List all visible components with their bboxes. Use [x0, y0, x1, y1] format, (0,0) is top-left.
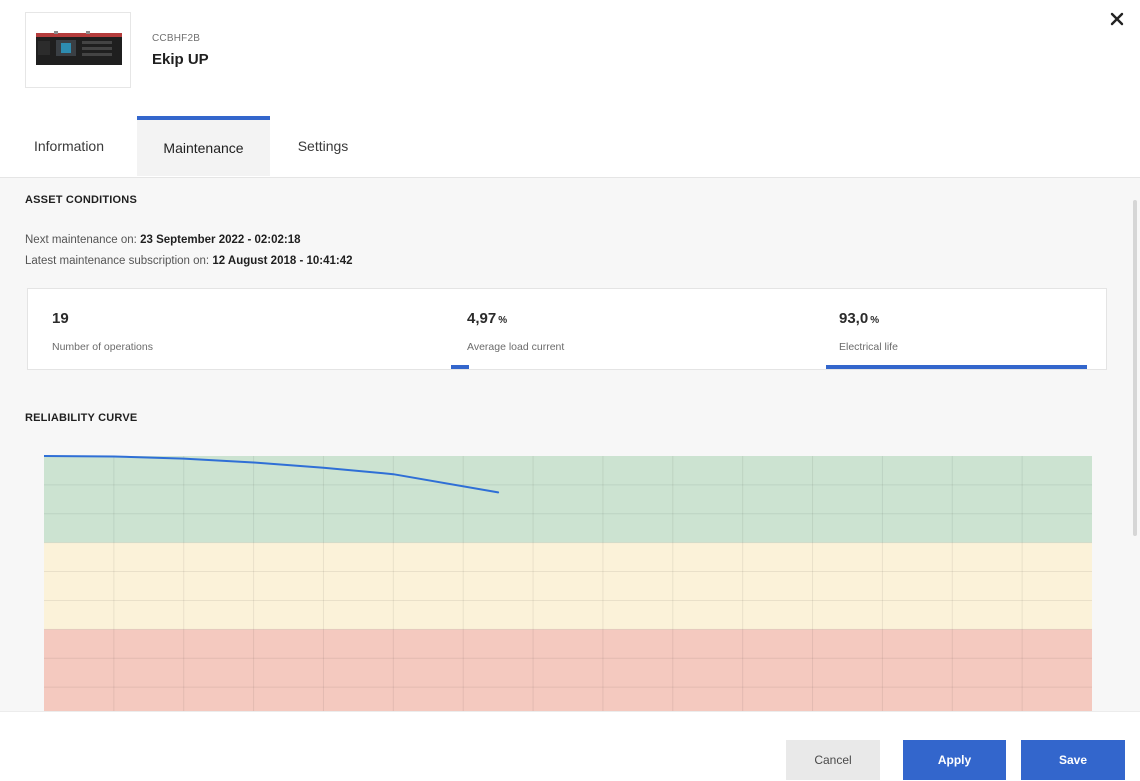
latest-subscription-value: 12 August 2018 - 10:41:42 [212, 255, 352, 267]
reliability-chart [44, 454, 1092, 711]
stats-panel: 19 Number of operations 4,97% Average lo… [27, 288, 1107, 370]
close-button[interactable] [1104, 6, 1130, 32]
latest-subscription-line: Latest maintenance subscription on: 12 A… [25, 255, 353, 267]
tab-information[interactable]: Information [14, 116, 124, 176]
stat-load-current-label: Average load current [467, 341, 564, 353]
stat-electrical-life-label: Electrical life [839, 341, 898, 353]
reliability-band-0 [44, 456, 1092, 543]
load-current-progress-bar [451, 365, 469, 369]
stat-operations: 19 Number of operations [28, 289, 448, 369]
stat-load-current-unit: % [498, 315, 507, 326]
apply-button[interactable]: Apply [903, 740, 1006, 780]
close-icon [1110, 12, 1124, 26]
device-thumbnail [25, 12, 131, 88]
stat-load-current-number: 4,97 [467, 310, 496, 327]
asset-conditions-title: ASSET CONDITIONS [25, 194, 137, 206]
stat-operations-number: 19 [52, 310, 69, 327]
stat-load-current: 4,97% Average load current [448, 289, 818, 369]
device-name: Ekip UP [152, 51, 209, 68]
breaker-device-icon [26, 13, 130, 87]
save-button[interactable]: Save [1021, 740, 1125, 780]
electrical-life-progress-bar [826, 365, 1087, 369]
stat-electrical-life-number: 93,0 [839, 310, 868, 327]
stat-load-current-value: 4,97% [467, 310, 507, 327]
maintenance-panel: ASSET CONDITIONS Next maintenance on: 23… [0, 178, 1140, 711]
latest-subscription-label: Latest maintenance subscription on: [25, 255, 209, 267]
next-maintenance-line: Next maintenance on: 23 September 2022 -… [25, 234, 301, 246]
stat-electrical-life: 93,0% Electrical life [826, 289, 1088, 369]
tab-settings[interactable]: Settings [280, 116, 366, 176]
dialog-footer: Cancel Apply Save [0, 711, 1140, 781]
tab-maintenance[interactable]: Maintenance [137, 116, 270, 176]
stat-operations-label: Number of operations [52, 341, 153, 353]
cancel-button[interactable]: Cancel [786, 740, 880, 780]
reliability-band-1 [44, 543, 1092, 630]
stat-electrical-life-value: 93,0% [839, 310, 879, 327]
stat-electrical-life-unit: % [870, 315, 879, 326]
scrollbar[interactable] [1133, 200, 1137, 536]
reliability-curve-title: RELIABILITY CURVE [25, 412, 137, 424]
stat-operations-value: 19 [52, 310, 69, 327]
next-maintenance-value: 23 September 2022 - 02:02:18 [140, 234, 300, 246]
device-code: CCBHF2B [152, 33, 200, 44]
reliability-band-2 [44, 629, 1092, 711]
next-maintenance-label: Next maintenance on: [25, 234, 137, 246]
tab-bar: Information Maintenance Settings [0, 116, 1140, 178]
